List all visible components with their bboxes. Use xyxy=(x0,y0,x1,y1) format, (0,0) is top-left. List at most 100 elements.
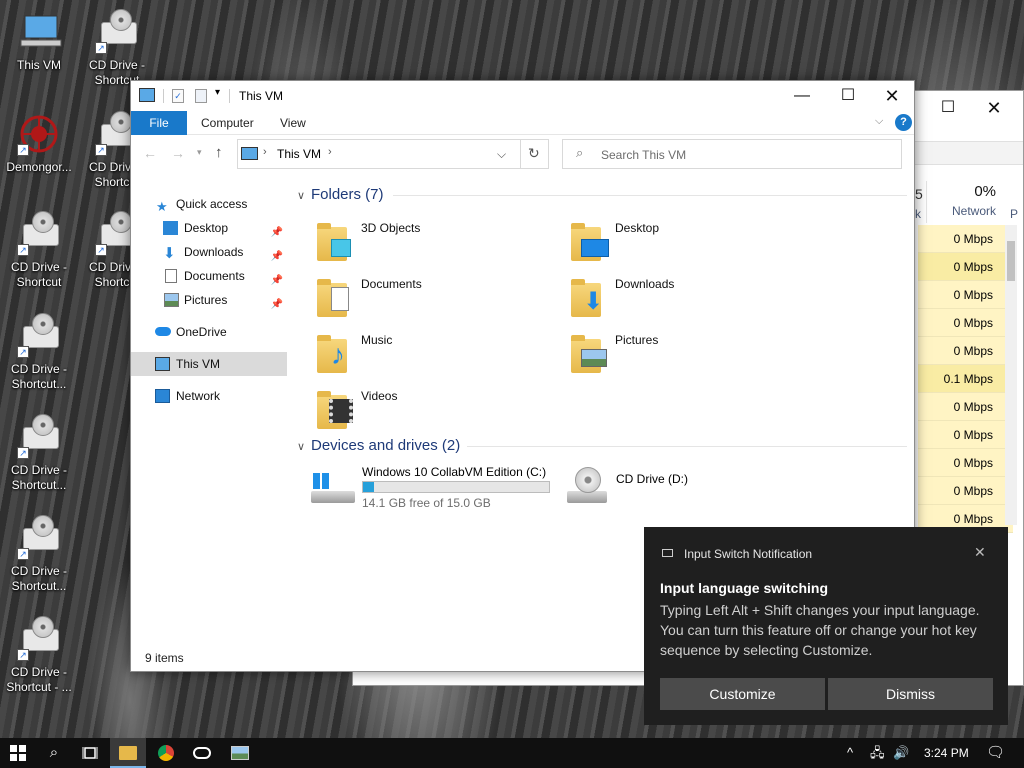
close-button[interactable]: ✕ xyxy=(971,93,1017,123)
table-row[interactable]: 0 Mbps xyxy=(918,449,1013,477)
task-view-icon[interactable] xyxy=(72,738,108,768)
table-row[interactable]: 0 Mbps xyxy=(918,477,1013,505)
folder-desktop[interactable]: Desktop xyxy=(569,217,799,267)
chevron-down-icon[interactable]: ▾ xyxy=(215,87,220,98)
cd-drive-icon: ↗ xyxy=(15,414,63,461)
pin-icon[interactable]: 📌 xyxy=(271,293,283,317)
window-title: This VM xyxy=(239,89,284,103)
search-box[interactable]: ⌕ Search This VM xyxy=(562,139,902,169)
chevron-down-icon[interactable]: ⌵ xyxy=(497,147,506,162)
chevron-up-icon[interactable]: ^ xyxy=(847,738,853,768)
notification-toast[interactable]: Input Switch Notification ✕ Input langua… xyxy=(644,527,1008,725)
table-row[interactable]: 0 Mbps xyxy=(918,393,1013,421)
drive-c[interactable]: Windows 10 CollabVM Edition (C:) 14.1 GB… xyxy=(309,465,554,511)
mask-app-icon[interactable] xyxy=(184,738,220,768)
table-row[interactable]: 0 Mbps xyxy=(918,337,1013,365)
address-bar[interactable]: › This VM › ⌵ ↻ xyxy=(237,139,549,169)
dismiss-button[interactable]: Dismiss xyxy=(828,678,993,710)
search-icon[interactable]: ⌕ xyxy=(36,738,72,768)
nav-label: Downloads xyxy=(184,245,244,259)
computer-icon xyxy=(15,10,63,56)
drive-name: Windows 10 CollabVM Edition (C:) xyxy=(362,465,547,479)
tab-view[interactable]: View xyxy=(266,111,320,135)
title-bar[interactable]: ✓ ▾ This VM — ☐ ✕ xyxy=(131,81,914,111)
nav-documents[interactable]: Documents 📌 xyxy=(131,264,287,288)
desktop-icon-cd-drive[interactable]: ↗ CD Drive - Shortcut xyxy=(2,211,76,308)
scrollbar-thumb[interactable] xyxy=(1007,241,1015,281)
table-row[interactable]: 0 Mbps xyxy=(918,421,1013,449)
action-center-icon[interactable]: 🗨 xyxy=(986,738,1005,768)
tab-computer[interactable]: Computer xyxy=(187,111,268,135)
folder-music[interactable]: ♪ Music xyxy=(315,329,545,379)
desktop-icon-this-vm[interactable]: This VM xyxy=(2,10,76,106)
divider xyxy=(393,195,907,196)
refresh-icon[interactable]: ↻ xyxy=(528,145,540,162)
cd-disc-icon xyxy=(575,467,601,493)
file-explorer-taskbar-button[interactable] xyxy=(110,738,146,768)
chevron-right-icon[interactable]: › xyxy=(328,146,332,158)
clock[interactable]: 3:24 PM xyxy=(924,738,969,768)
search-input[interactable]: Search This VM xyxy=(601,148,686,162)
tab-file[interactable]: File xyxy=(131,111,187,135)
nav-pictures[interactable]: Pictures 📌 xyxy=(131,288,287,312)
table-row[interactable]: 0 Mbps xyxy=(918,281,1013,309)
forward-icon[interactable]: → xyxy=(171,145,185,161)
nav-quick-access[interactable]: ★ Quick access xyxy=(131,192,287,216)
breadcrumb[interactable]: This VM xyxy=(277,147,321,161)
start-button[interactable] xyxy=(0,738,36,768)
folders-section-header[interactable]: ∨ Folders (7) xyxy=(297,185,907,205)
network-column-header[interactable]: 0% Network xyxy=(926,181,1018,223)
scrollbar[interactable] xyxy=(1005,225,1017,525)
image-app-icon[interactable] xyxy=(222,738,258,768)
desktop-icon-cd-drive[interactable]: ↗ CD Drive - Shortcut... xyxy=(2,515,76,612)
nav-downloads[interactable]: ⬇ Downloads 📌 xyxy=(131,240,287,264)
divider xyxy=(163,89,164,103)
star-icon: ★ xyxy=(156,199,168,214)
drive-d[interactable]: CD Drive (D:) xyxy=(563,465,763,511)
close-icon[interactable]: ✕ xyxy=(974,544,986,561)
drive-usage-fill xyxy=(363,482,375,492)
properties-icon[interactable]: ✓ xyxy=(172,89,184,103)
network-tray-icon[interactable]: 🖧 xyxy=(870,738,885,768)
table-row[interactable]: 0 Mbps xyxy=(918,253,1013,281)
desktop-icon-demon[interactable]: ↗ Demongor... xyxy=(2,112,76,208)
nav-onedrive[interactable]: OneDrive xyxy=(131,320,287,344)
maximize-button[interactable]: ☐ xyxy=(825,81,871,111)
nav-this-vm[interactable]: This VM xyxy=(131,352,287,376)
desktop-icon-label: This VM xyxy=(16,58,61,72)
devices-section-header[interactable]: ∨ Devices and drives (2) xyxy=(297,436,907,456)
chevron-down-icon[interactable]: ⌵ xyxy=(875,115,883,128)
desktop-icon-cd-drive[interactable]: ↗ CD Drive - Shortcut... xyxy=(2,313,76,410)
customize-button[interactable]: Customize xyxy=(660,678,825,710)
folder-videos[interactable]: Videos xyxy=(315,385,545,435)
cd-drive-icon: ↗ xyxy=(15,211,63,258)
folder-pictures[interactable]: Pictures xyxy=(569,329,799,379)
table-row[interactable]: 0.1 Mbps xyxy=(918,365,1013,393)
column-fragment: 5 xyxy=(915,186,923,202)
help-icon[interactable]: ? xyxy=(895,114,912,131)
nav-desktop[interactable]: Desktop 📌 xyxy=(131,216,287,240)
close-button[interactable]: ✕ xyxy=(869,81,915,111)
section-label: Folders (7) xyxy=(311,186,384,203)
section-label: Devices and drives (2) xyxy=(311,437,461,454)
folder-name: Music xyxy=(361,333,393,347)
cube-icon xyxy=(331,239,351,257)
folder-downloads[interactable]: ⬇ Downloads xyxy=(569,273,799,323)
table-row[interactable]: 0 Mbps xyxy=(918,309,1013,337)
desktop-icon-cd-drive[interactable]: ↗ CD Drive - Shortcut... xyxy=(2,414,76,511)
maximize-button[interactable]: ☐ xyxy=(925,93,971,123)
folder-documents[interactable]: Documents xyxy=(315,273,545,323)
up-icon[interactable]: ↑ xyxy=(215,144,223,161)
folder-name: Desktop xyxy=(615,221,660,235)
desktop-icon-label: CD Drive - Shortcut... xyxy=(11,362,67,391)
table-row[interactable]: 0 Mbps xyxy=(918,225,1013,253)
chevron-down-icon[interactable]: ▾ xyxy=(197,147,202,158)
nav-network[interactable]: Network xyxy=(131,384,287,408)
new-folder-icon[interactable] xyxy=(195,89,207,103)
chrome-icon[interactable] xyxy=(148,738,184,768)
back-icon[interactable]: ← xyxy=(143,145,157,161)
desktop-icon-cd-drive[interactable]: ↗ CD Drive - Shortcut - ... xyxy=(2,616,76,713)
volume-icon[interactable]: 🔊 xyxy=(893,738,909,768)
minimize-button[interactable]: — xyxy=(779,81,825,111)
folder-3d-objects[interactable]: 3D Objects xyxy=(315,217,545,267)
